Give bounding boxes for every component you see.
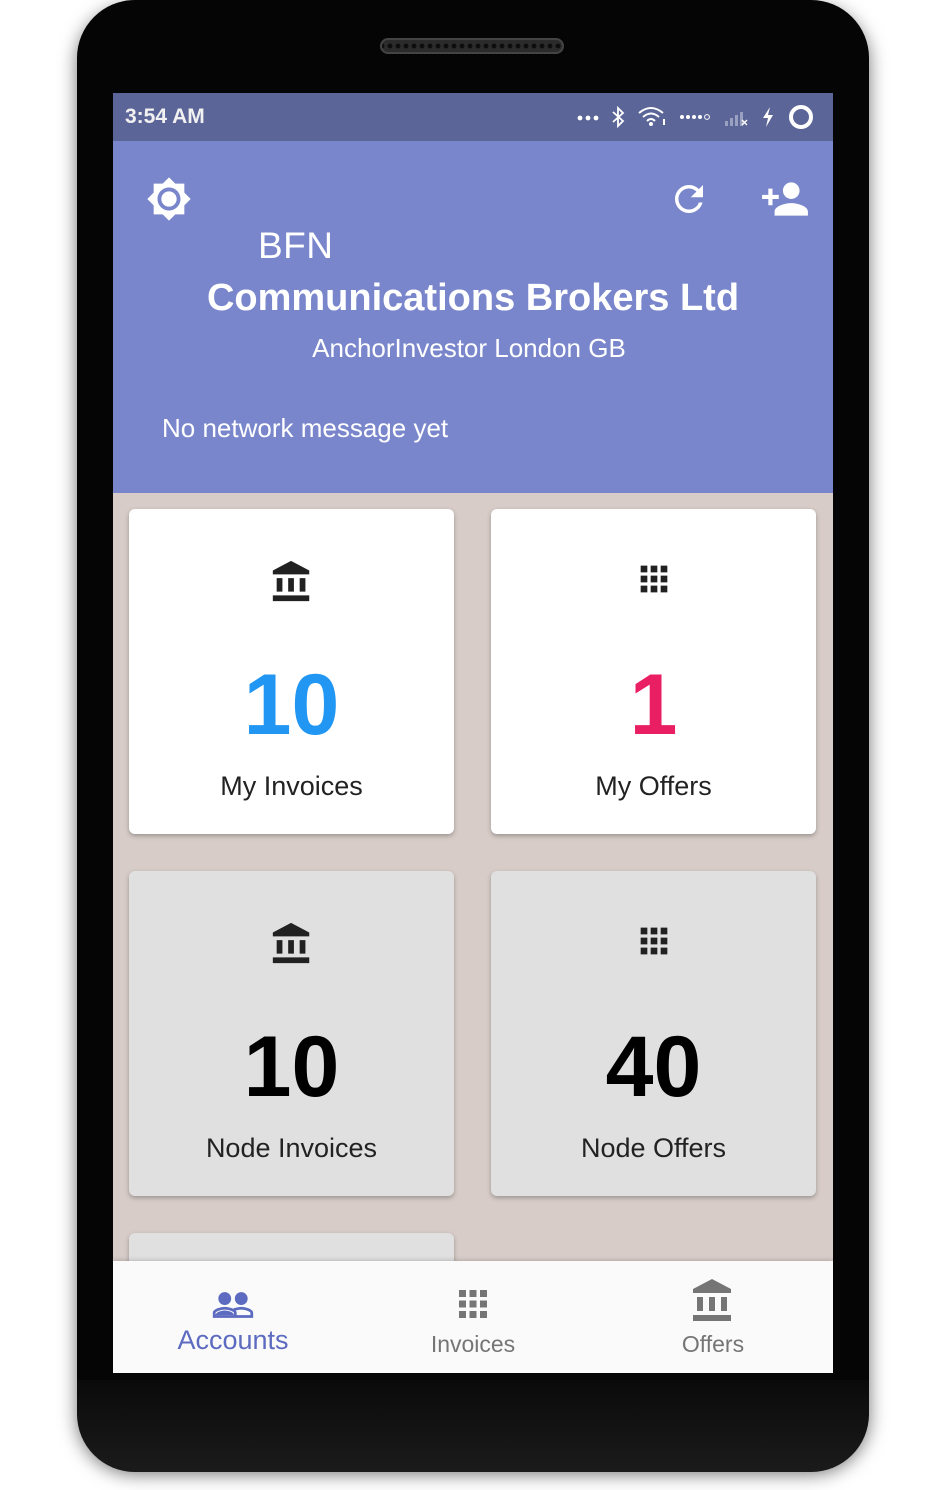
apps-grid-icon bbox=[459, 1290, 487, 1318]
brightness-icon bbox=[147, 177, 191, 221]
status-bar: 3:54 AM bbox=[113, 93, 833, 141]
nav-accounts[interactable]: Accounts bbox=[113, 1261, 353, 1373]
my-invoices-count: 10 bbox=[243, 657, 340, 753]
node-invoices-label: Node Invoices bbox=[205, 1133, 378, 1163]
company-name: Communications Brokers Ltd bbox=[206, 277, 740, 319]
nav-invoices-label: Invoices bbox=[430, 1331, 516, 1357]
refresh-icon bbox=[675, 185, 703, 213]
nav-accounts-label: Accounts bbox=[177, 1325, 289, 1355]
nav-invoices[interactable]: Invoices bbox=[353, 1261, 593, 1373]
node-offers-card[interactable]: 40 Node Offers bbox=[491, 871, 816, 1196]
node-offers-count: 40 bbox=[605, 1019, 702, 1115]
people-icon bbox=[212, 1292, 254, 1318]
refresh-button[interactable] bbox=[663, 173, 715, 225]
app-screen: 3:54 AM BFN Communications Brokers Ltd A… bbox=[113, 93, 833, 1373]
company-subtitle: AnchorInvestor London GB bbox=[312, 333, 626, 363]
charging-icon bbox=[763, 107, 773, 127]
account-balance-icon bbox=[693, 1279, 731, 1321]
account-balance-icon bbox=[272, 560, 309, 602]
my-offers-count: 1 bbox=[629, 657, 678, 753]
bluetooth-icon bbox=[612, 106, 625, 128]
status-icons bbox=[577, 102, 815, 132]
person-add-icon bbox=[762, 182, 808, 216]
phone-speaker bbox=[380, 38, 564, 54]
bottom-navigation: Accounts Invoices Offers bbox=[113, 1261, 833, 1373]
my-offers-label: My Offers bbox=[595, 771, 712, 801]
add-user-button[interactable] bbox=[757, 171, 813, 227]
nav-offers-label: Offers bbox=[681, 1331, 745, 1357]
network-message: No network message yet bbox=[162, 413, 449, 443]
cell-signal-icon bbox=[725, 112, 748, 126]
wifi-icon bbox=[638, 107, 665, 126]
account-balance-icon bbox=[272, 922, 309, 964]
node-invoices-count: 10 bbox=[243, 1019, 340, 1115]
node-offers-label: Node Offers bbox=[580, 1133, 727, 1163]
brightness-button[interactable] bbox=[143, 173, 195, 225]
phone-chin bbox=[77, 1380, 869, 1472]
more-dots-icon bbox=[577, 115, 599, 121]
battery-ring-icon bbox=[789, 105, 813, 129]
node-invoices-card[interactable]: 10 Node Invoices bbox=[129, 871, 454, 1196]
apps-grid-icon bbox=[640, 565, 667, 593]
apps-grid-icon bbox=[640, 927, 667, 955]
app-header: BFN Communications Brokers Ltd AnchorInv… bbox=[113, 141, 833, 493]
my-invoices-label: My Invoices bbox=[220, 771, 363, 801]
my-invoices-card[interactable]: 10 My Invoices bbox=[129, 509, 454, 834]
app-title: BFN bbox=[258, 225, 334, 266]
my-offers-card[interactable]: 1 My Offers bbox=[491, 509, 816, 834]
nav-offers[interactable]: Offers bbox=[593, 1261, 833, 1373]
status-time: 3:54 AM bbox=[125, 105, 205, 128]
signal-dots-icon bbox=[680, 114, 710, 120]
